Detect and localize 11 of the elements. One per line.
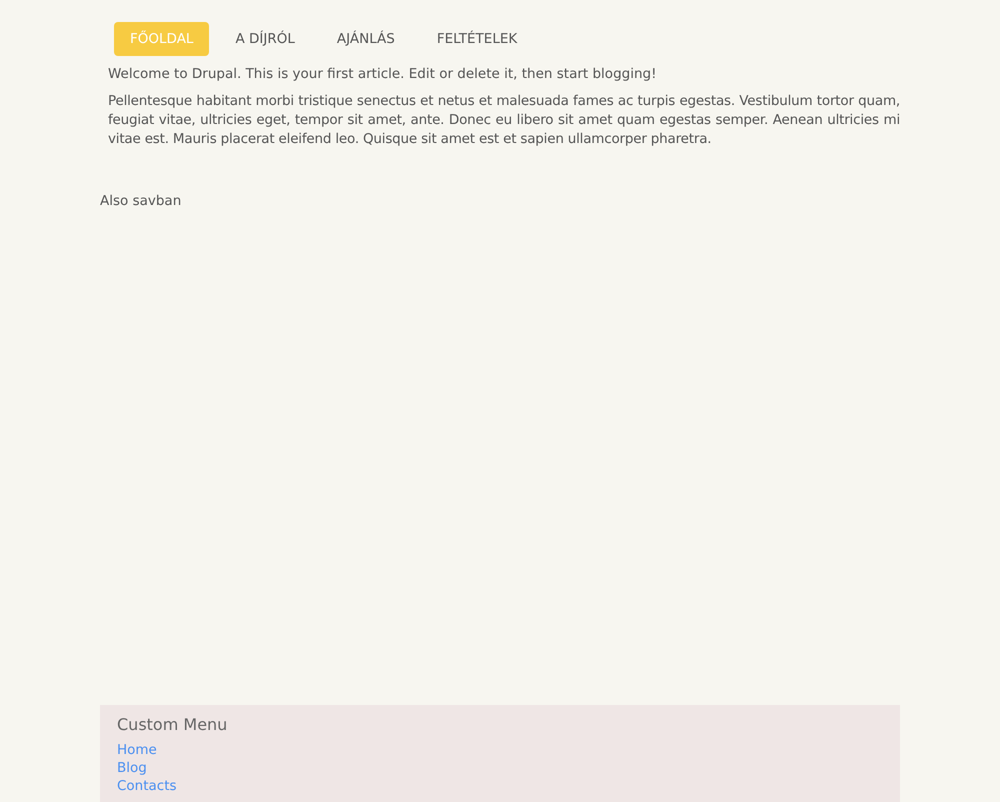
nav-tab[interactable]: FŐOLDAL bbox=[114, 22, 210, 56]
bottom-text: Also savban bbox=[100, 192, 182, 211]
nav-tab[interactable]: A DÍJRÓL bbox=[219, 22, 311, 56]
nav-tab[interactable]: FELTÉTELEK bbox=[420, 22, 534, 56]
footer-title: Custom Menu bbox=[117, 715, 228, 735]
footer-link[interactable]: Contacts bbox=[117, 777, 177, 795]
article-intro: Welcome to Drupal. This is your first article. Edit or delete it, then start blogging! bbox=[108, 65, 658, 84]
nav-tab[interactable]: AJÁNLÁS bbox=[320, 22, 411, 56]
footer-link[interactable]: Home bbox=[117, 741, 157, 759]
footer-link[interactable]: Blog bbox=[117, 759, 147, 777]
article-body: Pellentesque habitant morbi tristique senectus et netus et malesuada fames ac turpis egestas. Vestibulum tortor quam, feugiat vitae, ultricies eget, tempor sit amet, ante. Donec eu libero sit amet quam egestas semper. Aenean ultricies mi vitae est. Mauris placerat eleifend leo. Quisque sit amet est et sapien ullamcorper pharetra. bbox=[108, 92, 900, 149]
